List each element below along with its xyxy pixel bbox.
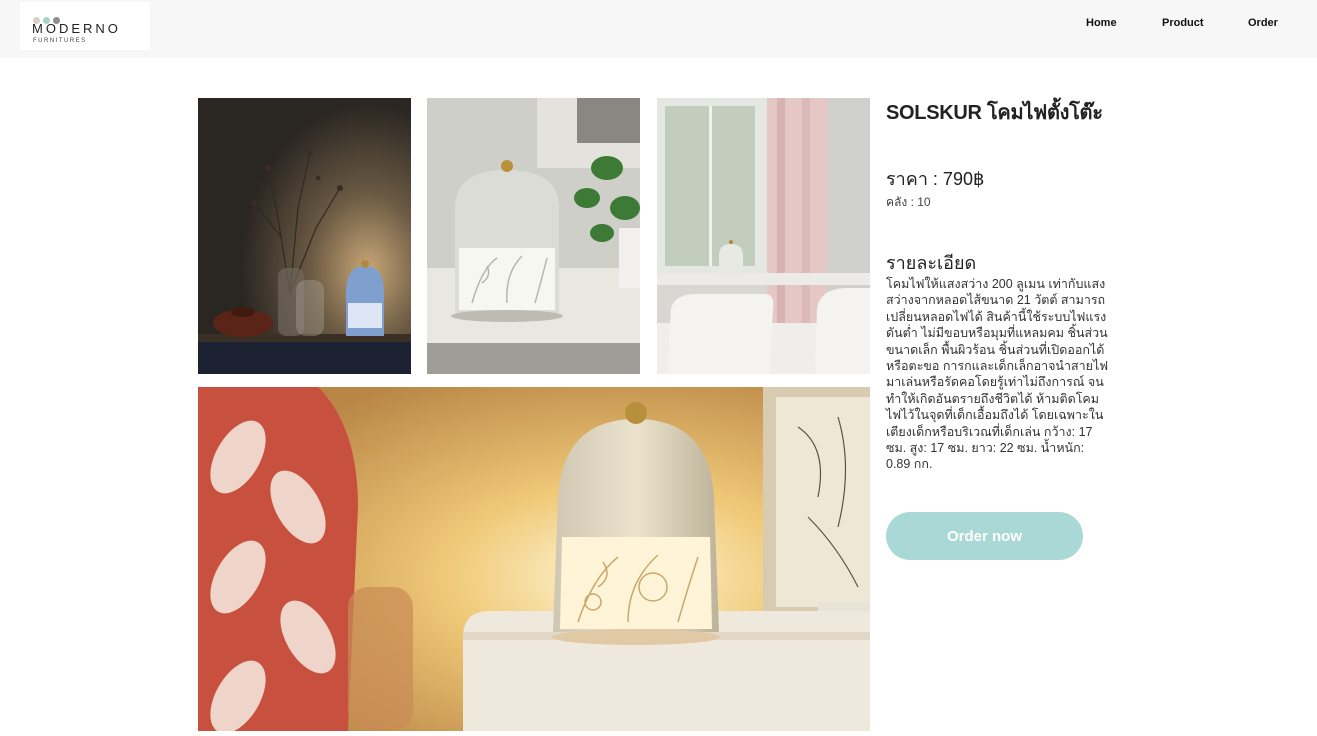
product-image-3[interactable] — [657, 98, 870, 374]
product-image-1[interactable] — [198, 98, 411, 374]
nav-order[interactable]: Order — [1248, 17, 1278, 29]
logo-dots — [33, 11, 63, 24]
product-price: ราคา : 790฿ — [886, 169, 985, 189]
product-image-2-art — [427, 98, 640, 374]
order-now-button[interactable]: Order now — [886, 512, 1083, 560]
logo-subtitle: FURNITURES — [33, 38, 87, 44]
logo[interactable]: MODERNO FURNITURES — [20, 2, 150, 50]
product-image-main[interactable] — [198, 387, 870, 731]
product-image-2[interactable] — [427, 98, 640, 374]
product-image-main-art — [198, 387, 870, 731]
product-title: SOLSKUR โคมไฟตั้งโต๊ะ — [886, 102, 1103, 124]
product-stock: คลัง : 10 — [886, 195, 931, 209]
site-header: MODERNO FURNITURES Home Product Order — [0, 0, 1317, 58]
detail-heading: รายละเอียด — [886, 253, 977, 273]
nav-product[interactable]: Product — [1162, 17, 1204, 29]
logo-brand: MODERNO — [32, 21, 121, 36]
detail-text: โคมไฟให้แสงสว่าง 200 ลูเมน เท่ากับแสงสว่… — [886, 277, 1109, 472]
product-info: SOLSKUR โคมไฟตั้งโต๊ะ ราคา : 790฿ คลัง :… — [886, 96, 1126, 471]
nav-home[interactable]: Home — [1086, 17, 1117, 29]
product-image-1-art — [198, 98, 411, 374]
product-image-3-art — [657, 98, 870, 374]
